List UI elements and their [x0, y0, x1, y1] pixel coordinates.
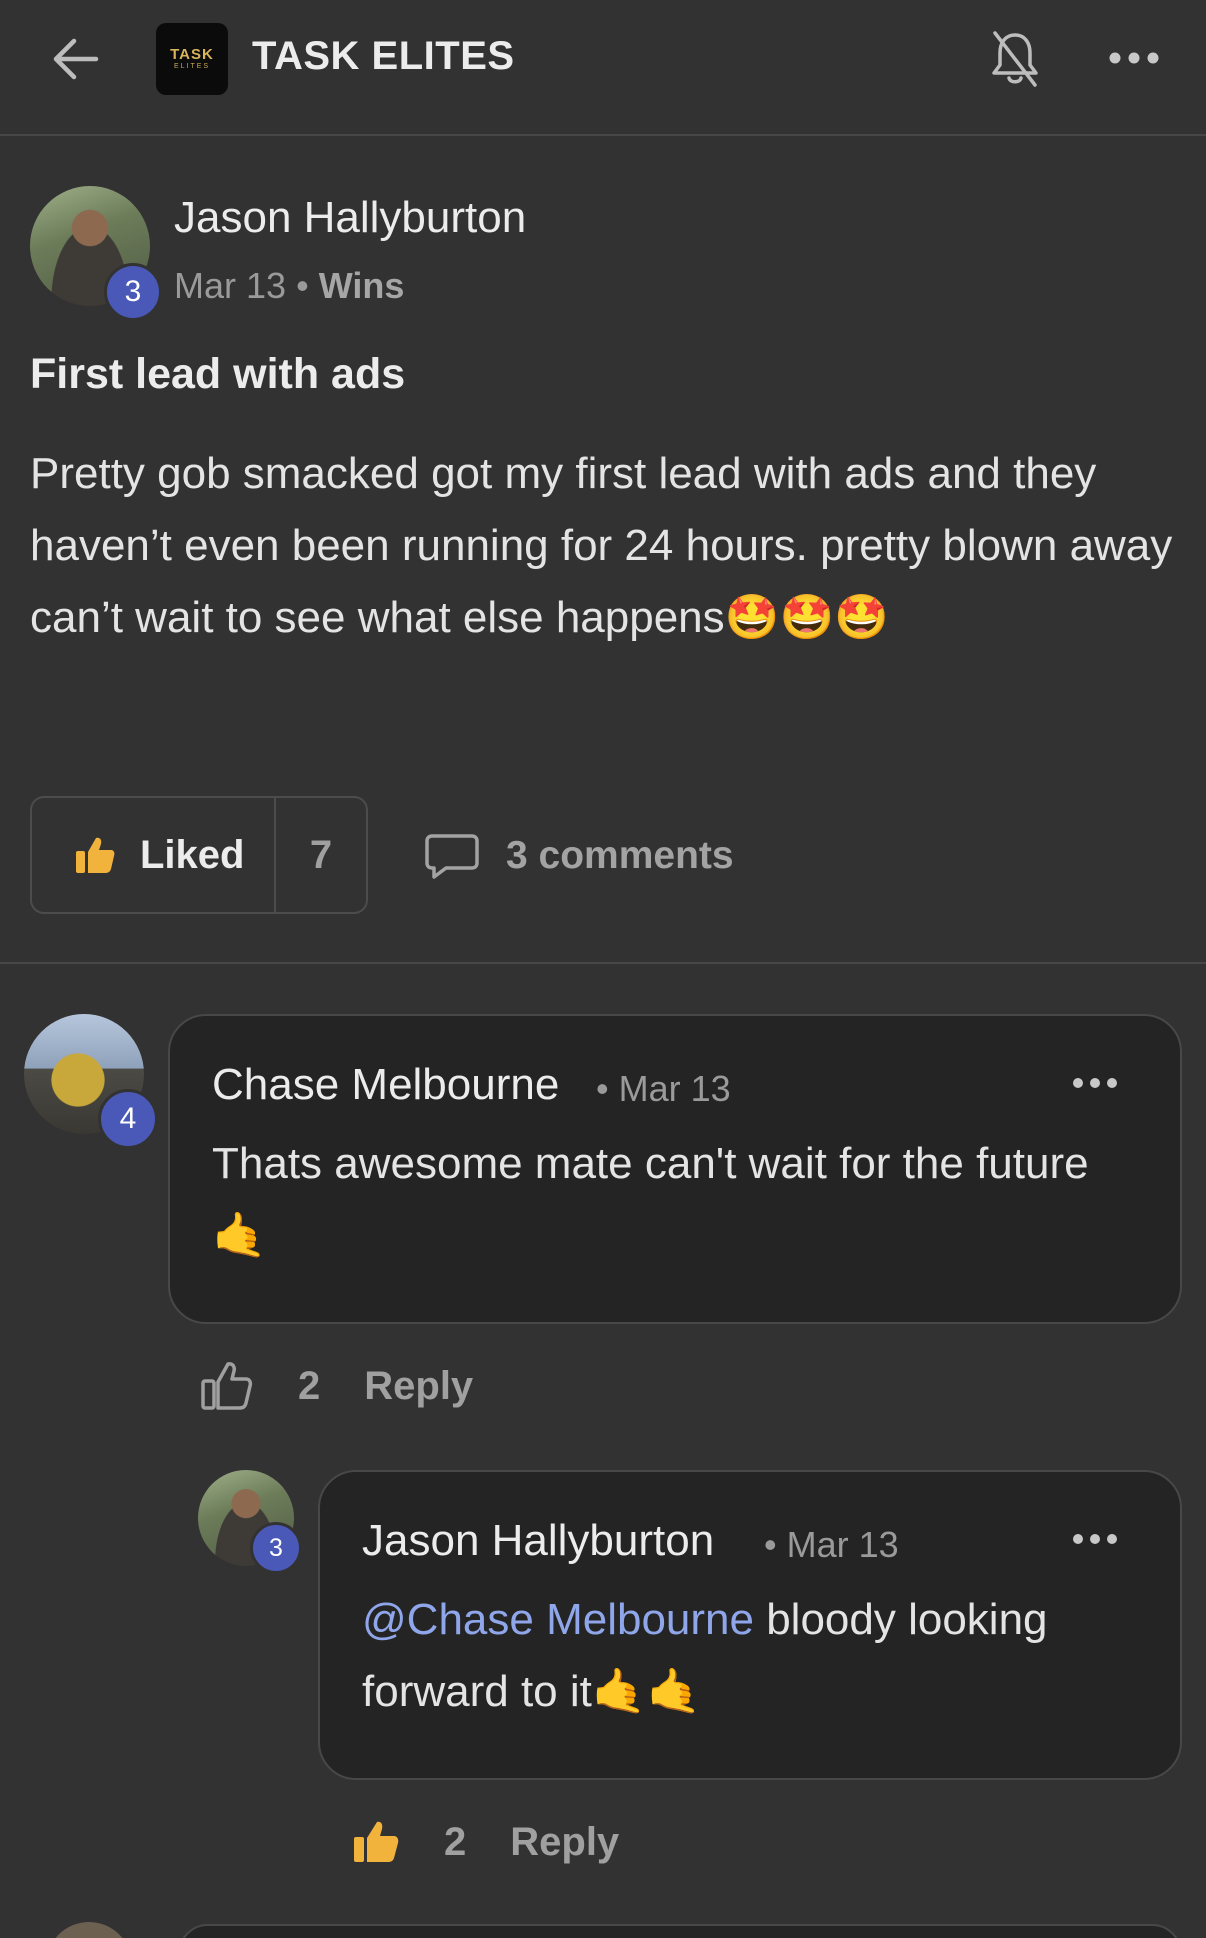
- comment-like-count[interactable]: 2: [298, 1364, 320, 1409]
- notifications-toggle-button[interactable]: [985, 26, 1045, 92]
- comment-like-count[interactable]: 2: [444, 1820, 466, 1865]
- reply-bubble: Jason Hallyburton • Mar 13 @Chase Melbou…: [318, 1470, 1182, 1780]
- bell-off-icon: [992, 31, 1038, 87]
- group-logo[interactable]: TASK ELITES: [156, 23, 228, 95]
- next-comment-bubble: [178, 1924, 1182, 1938]
- more-horizontal-icon: [1109, 52, 1159, 64]
- like-count[interactable]: 7: [276, 798, 366, 912]
- comment-author[interactable]: Jason Hallyburton: [362, 1516, 714, 1566]
- post-meta: Mar 13 • Wins: [174, 265, 404, 307]
- post-detail-screen: TASK ELITES TASK ELITES 3 Jason Hallybur…: [0, 0, 1206, 1938]
- back-button[interactable]: [40, 28, 110, 90]
- reply-button[interactable]: Reply: [510, 1820, 619, 1865]
- more-options-button[interactable]: [1104, 38, 1164, 78]
- comments-count-label: 3 comments: [506, 834, 734, 877]
- comment-bubble: Chase Melbourne • Mar 13 Thats awesome m…: [168, 1014, 1182, 1324]
- section-divider: [0, 962, 1206, 964]
- comment-more-button[interactable]: [1070, 1524, 1120, 1554]
- meta-separator: •: [296, 265, 309, 306]
- comment-text: @Chase Melbourne bloody looking forward …: [362, 1584, 1152, 1728]
- like-label: Liked: [140, 832, 245, 877]
- more-horizontal-icon: [1073, 1078, 1117, 1088]
- thumbs-up-outline-icon[interactable]: [200, 1360, 254, 1412]
- group-logo-subtext: ELITES: [173, 63, 211, 70]
- level-badge: 3: [250, 1522, 302, 1574]
- comment-bubble-icon: [425, 834, 479, 879]
- comment-text: Thats awesome mate can't wait for the fu…: [212, 1139, 1089, 1260]
- more-horizontal-icon: [1073, 1534, 1117, 1544]
- user-mention[interactable]: @Chase Melbourne: [362, 1595, 754, 1644]
- like-button[interactable]: Liked: [32, 798, 276, 912]
- comment-actions: 2 Reply: [352, 1812, 619, 1872]
- group-logo-text: TASK: [170, 46, 214, 63]
- post-category[interactable]: Wins: [319, 265, 405, 306]
- comment-more-button[interactable]: [1070, 1068, 1120, 1098]
- top-bar: TASK ELITES TASK ELITES: [0, 0, 1206, 136]
- comment-date: • Mar 13: [596, 1068, 731, 1109]
- next-comment-avatar[interactable]: [46, 1922, 132, 1938]
- level-badge: 3: [104, 263, 162, 321]
- author-name[interactable]: Jason Hallyburton: [174, 193, 526, 243]
- post-body: Pretty gob smacked got my first lead wit…: [30, 449, 1173, 642]
- level-badge: 4: [98, 1089, 158, 1149]
- thumbs-up-filled-icon: [76, 837, 115, 873]
- comments-button[interactable]: 3 comments: [424, 826, 734, 886]
- comment-author[interactable]: Chase Melbourne: [212, 1060, 559, 1110]
- reply-button[interactable]: Reply: [364, 1364, 473, 1409]
- thumbs-up-filled-icon[interactable]: [352, 1819, 400, 1865]
- comment-date: • Mar 13: [764, 1524, 899, 1565]
- like-control: Liked 7: [30, 796, 368, 914]
- comment-actions: 2 Reply: [200, 1356, 473, 1416]
- group-name[interactable]: TASK ELITES: [252, 34, 515, 79]
- post-title: First lead with ads: [30, 350, 406, 398]
- arrow-left-icon: [53, 38, 99, 80]
- post-date: Mar 13: [174, 265, 287, 306]
